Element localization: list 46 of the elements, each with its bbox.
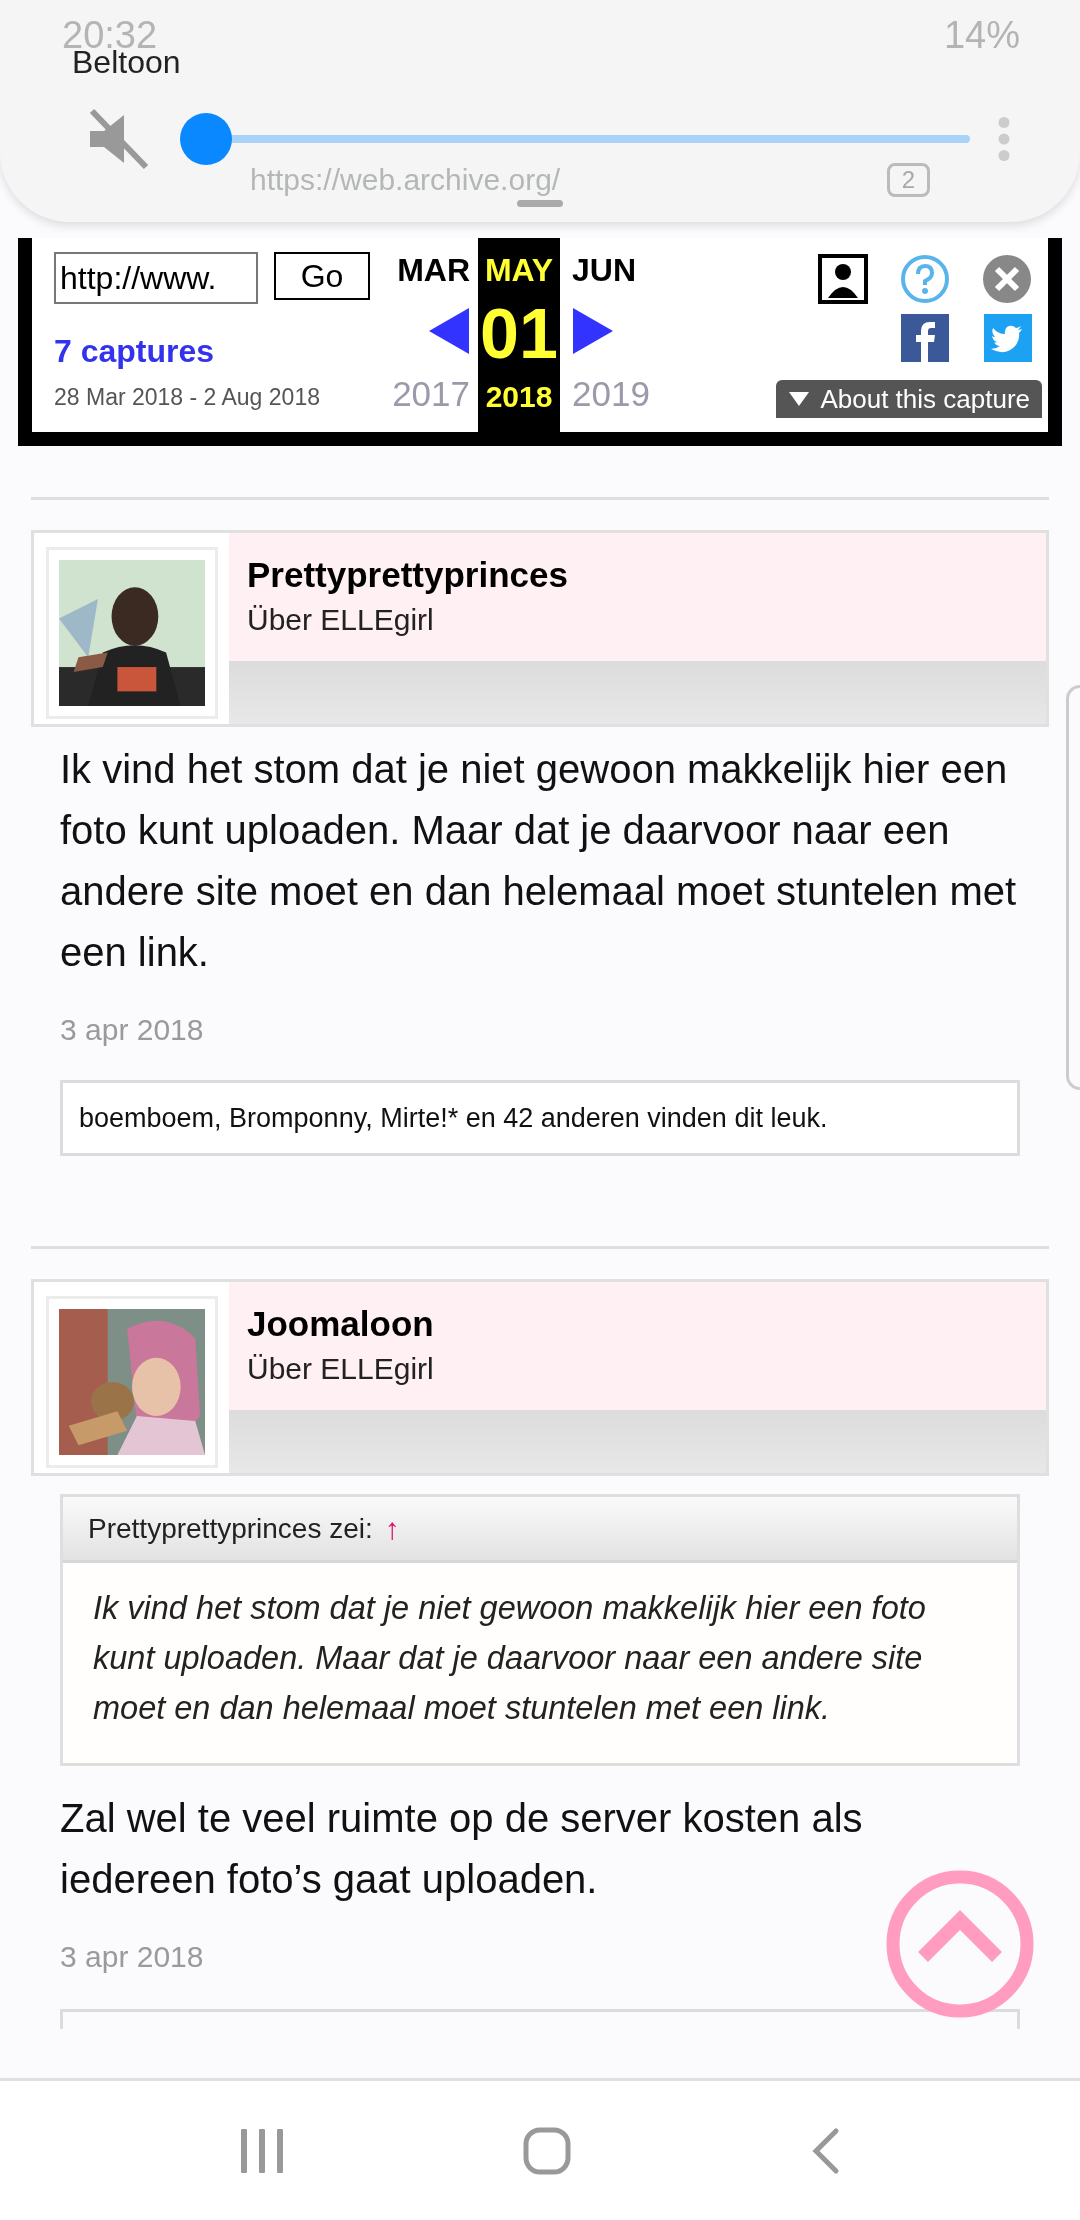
jump-arrow[interactable]: ↑ [384, 1506, 400, 1551]
panel-handle[interactable] [517, 200, 563, 207]
more-icon[interactable] [998, 117, 1010, 161]
person-icon[interactable] [818, 254, 868, 304]
url-text: https://web.archive.org/ [250, 162, 561, 198]
year-label: 2018 [485, 379, 553, 415]
year-label: 2017 [392, 373, 470, 415]
author-name[interactable]: Prettyprettyprinces [247, 551, 1028, 599]
scrollbar-tab[interactable] [1066, 685, 1080, 1090]
volume-slider[interactable] [180, 113, 970, 165]
home-icon[interactable] [523, 2126, 571, 2175]
url-field[interactable]: http://www. [54, 252, 258, 304]
about-capture-button[interactable]: About this capture [776, 380, 1042, 418]
help-icon[interactable] [900, 254, 950, 304]
quote-text: Ik vind het stom dat je niet gewoon makkelijk hier een foto kunt uploaden. Maar dat je daarvoor naar een andere site moet en dan helemaal moet stuntelen met een link. [92, 1589, 927, 1728]
day-label: 01 [480, 294, 558, 374]
post-date: 3 apr 2018 [60, 1012, 204, 1048]
close-icon[interactable] [982, 254, 1032, 304]
back-icon[interactable] [810, 2126, 841, 2175]
caret-icon [788, 392, 811, 406]
previous-arrow-icon[interactable] [428, 308, 470, 354]
author-name[interactable]: Joomaloon [247, 1300, 1028, 1348]
go-button[interactable]: Go [274, 252, 370, 300]
facebook-icon[interactable] [901, 314, 949, 362]
post-date: 3 apr 2018 [60, 1939, 204, 1975]
month-column[interactable]: MAR 2017 [378, 238, 478, 432]
capture-range: 28 Mar 2018 - 2 Aug 2018 [54, 383, 321, 412]
author-subtitle: Über ELLEgirl [247, 602, 435, 638]
captures-link[interactable]: 7 captures [54, 332, 215, 370]
month-label: MAR [397, 251, 470, 290]
battery-level: 14% [943, 12, 1020, 58]
month-label: JUN [572, 251, 636, 290]
slider-thumb[interactable] [180, 113, 232, 165]
author-subtitle: Über ELLEgirl [247, 1351, 435, 1387]
scroll-to-top-icon[interactable] [885, 1869, 1035, 2019]
month-column[interactable]: MAY 01 2018 [478, 238, 560, 432]
month-column[interactable]: JUN 2019 [560, 238, 660, 432]
likes-summary: boemboem, Bromponny, Mirte!* en 42 anderen vinden dit leuk. [60, 1080, 1020, 1156]
month-label: MAY [484, 251, 554, 290]
quote-author: Prettyprettyprinces zei: [88, 1511, 373, 1546]
post-text: Zal wel te veel ruimte op de server kosten als iedereen foto’s gaat uploaden. [60, 1795, 864, 1903]
next-arrow-icon[interactable] [572, 308, 614, 354]
twitter-icon[interactable] [984, 314, 1032, 362]
recent-apps-icon[interactable] [239, 2128, 284, 2173]
post-text: Ik vind het stom dat je niet gewoon makkelijk hier een foto kunt uploaden. Maar dat je daarvoor naar een andere site moet en dan helemaal moet stuntelen met een link. [60, 746, 1018, 976]
year-label: 2019 [572, 373, 650, 415]
